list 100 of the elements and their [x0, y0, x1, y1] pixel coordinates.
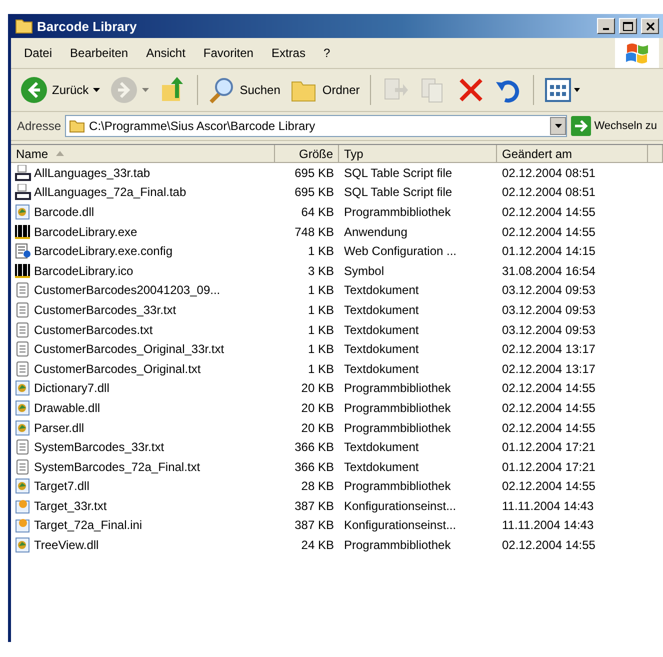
menu-item[interactable]: Datei	[15, 46, 62, 60]
sort-arrow-icon	[56, 151, 64, 156]
file-name[interactable]: BarcodeLibrary.ico	[33, 264, 138, 278]
search-button[interactable]: Suchen	[204, 74, 284, 106]
file-size: 1 KB	[306, 322, 335, 337]
menu-item[interactable]: Bearbeiten	[61, 46, 138, 60]
close-button[interactable]	[641, 18, 659, 34]
file-size: 387 KB	[294, 518, 335, 532]
file-name[interactable]: Dictionary7.dll	[33, 381, 114, 396]
file-type: Konfigurationseinst...	[343, 498, 458, 513]
file-type: Programmbibliothek	[343, 420, 452, 435]
file-date: 02.12.2004 13:17	[501, 342, 596, 356]
menu-item[interactable]: Extras	[262, 46, 314, 60]
delete-icon	[456, 76, 485, 104]
file-type: Textdokument	[343, 283, 420, 298]
file-name[interactable]: Parser.dll	[33, 420, 90, 435]
file-date: 02.12.2004 14:55	[501, 224, 596, 239]
library-file-icon	[15, 204, 31, 220]
file-type: Textdokument	[343, 322, 420, 337]
file-name[interactable]: SystemBarcodes_72a_Final.txt	[33, 460, 206, 474]
file-name[interactable]: BarcodeLibrary.exe.config	[33, 244, 178, 258]
file-size: 3 KB	[306, 264, 335, 278]
barcode-icon	[15, 262, 31, 279]
file-name[interactable]: TreeView.dll	[33, 538, 104, 552]
file-name[interactable]: Target7.dll	[33, 479, 94, 494]
back-button[interactable]: Zurück	[17, 74, 103, 106]
file-size: 1 KB	[306, 283, 335, 298]
flag-logo-icon	[625, 42, 649, 64]
maximize-icon	[623, 22, 633, 30]
file-name[interactable]: AllLanguages_72a_Final.tab	[33, 185, 192, 200]
window-title: Barcode Library	[37, 18, 138, 34]
file-name[interactable]: CustomerBarcodes_33r.txt	[33, 302, 182, 317]
minimize-button[interactable]	[597, 18, 615, 34]
file-size: 20 KB	[300, 420, 335, 435]
file-type: Web Configuration ...	[343, 244, 458, 258]
file-name[interactable]: Barcode.dll	[33, 204, 100, 219]
address-field[interactable]: C:\Programme\Sius Ascor\Barcode Library	[65, 115, 568, 137]
file-size: 1 KB	[306, 362, 335, 376]
file-name[interactable]: Drawable.dll	[33, 400, 106, 415]
file-size: 28 KB	[300, 479, 335, 494]
folder-icon	[69, 119, 86, 133]
file-name[interactable]: CustomerBarcodes.txt	[33, 322, 158, 337]
file-name[interactable]: SystemBarcodes_33r.txt	[33, 440, 170, 454]
file-date: 02.12.2004 13:17	[501, 362, 596, 376]
file-type: Programmbibliothek	[343, 381, 452, 396]
library-file-icon	[15, 400, 31, 416]
file-date: 02.12.2004 14:55	[501, 538, 596, 552]
library-file-icon	[15, 537, 31, 554]
folder-icon	[15, 18, 33, 34]
close-icon	[646, 22, 654, 30]
address-label: Adresse	[17, 119, 62, 133]
file-date: 02.12.2004 14:55	[501, 204, 596, 219]
file-name[interactable]: CustomerBarcodes20041203_09...	[33, 283, 226, 298]
file-type: Programmbibliothek	[343, 204, 452, 219]
file-date: 01.12.2004 14:15	[501, 244, 596, 258]
file-name[interactable]: AllLanguages_33r.tab	[33, 166, 156, 180]
config-file-icon	[15, 243, 31, 260]
file-name[interactable]: BarcodeLibrary.exe	[33, 224, 142, 239]
caret-icon	[92, 88, 100, 92]
file-date: 11.11.2004 14:43	[501, 518, 595, 532]
column-header[interactable]: Typ	[339, 145, 497, 163]
folders-button[interactable]: Ordner	[287, 74, 363, 106]
column-header[interactable]: Geändert am	[497, 145, 648, 163]
file-date: 03.12.2004 09:53	[501, 302, 596, 317]
search-icon	[208, 76, 236, 104]
text-file-icon	[15, 322, 31, 338]
menu-item[interactable]: Ansicht	[137, 46, 194, 60]
file-size: 366 KB	[294, 440, 335, 454]
file-date: 02.12.2004 14:55	[501, 420, 596, 435]
go-button[interactable]: Wechseln zu	[571, 116, 657, 136]
file-size: 1 KB	[306, 244, 335, 258]
text-file-icon	[15, 360, 31, 377]
file-type: Symbol	[343, 264, 386, 278]
text-file-icon	[15, 458, 31, 475]
menu-item[interactable]: ?	[314, 46, 340, 60]
file-type: SQL Table Script file	[343, 166, 454, 180]
file-type: Textdokument	[343, 440, 420, 454]
file-type: Programmbibliothek	[343, 400, 452, 415]
barcode-icon	[15, 224, 31, 240]
file-size: 20 KB	[300, 381, 335, 396]
file-name[interactable]: CustomerBarcodes_Original_33r.txt	[33, 342, 230, 356]
sql-file-icon	[15, 164, 31, 181]
file-name[interactable]: Target_72a_Final.ini	[33, 518, 148, 532]
file-name[interactable]: CustomerBarcodes_Original.txt	[33, 362, 206, 376]
file-date: 02.12.2004 14:55	[501, 479, 596, 494]
file-type: Programmbibliothek	[343, 479, 452, 494]
text-file-icon	[15, 341, 31, 358]
file-type: Textdokument	[343, 362, 420, 376]
settings-file-icon	[15, 498, 31, 514]
maximize-button[interactable]	[619, 18, 637, 34]
file-date: 02.12.2004 14:55	[501, 381, 596, 396]
menu-item[interactable]: Favoriten	[194, 46, 262, 60]
file-name[interactable]: Target_33r.txt	[33, 498, 112, 513]
file-date: 01.12.2004 17:21	[501, 440, 596, 454]
column-header[interactable]: Größe	[275, 145, 339, 163]
file-size: 366 KB	[294, 460, 335, 474]
library-file-icon	[15, 380, 31, 396]
dropdown-button[interactable]	[550, 117, 566, 135]
column-header[interactable]: Name	[11, 145, 275, 163]
file-type: Textdokument	[343, 342, 420, 356]
